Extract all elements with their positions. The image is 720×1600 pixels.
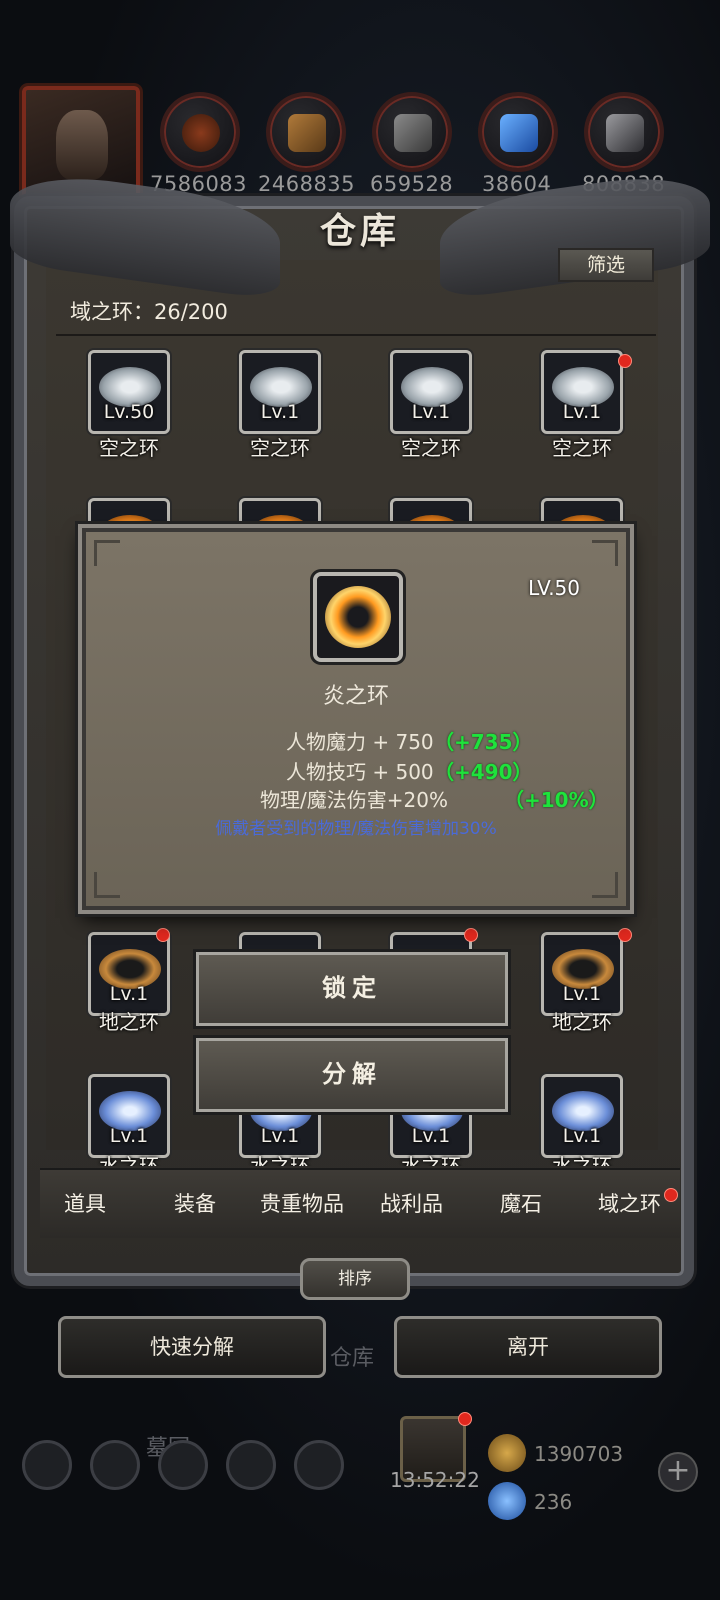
event-timer: 13:52:22: [390, 1468, 480, 1492]
item-level: Lv.1: [260, 401, 300, 423]
item-name: 空之环: [552, 436, 612, 460]
meat-icon: [182, 114, 220, 152]
popup-corner: [592, 540, 618, 566]
stat-bonus: （+10%）: [504, 788, 609, 812]
item-name: 水之环: [99, 1154, 159, 1166]
item-name: 空之环: [401, 436, 461, 460]
item-detail-name: 炎之环: [322, 684, 389, 709]
popup-corner: [94, 540, 120, 566]
stat-line: 人物魔力 + 750: [286, 730, 434, 754]
gold-coin-icon: [488, 1434, 526, 1472]
page-title: 仓库: [319, 211, 400, 252]
menu-icon[interactable]: [90, 1440, 140, 1490]
lock-button[interactable]: 锁定: [196, 952, 508, 1026]
new-badge: [618, 928, 632, 942]
item-name: 地之环: [552, 1010, 612, 1034]
item-name: 空之环: [250, 436, 310, 460]
tab-valuables[interactable]: 贵重物品: [260, 1188, 344, 1218]
item-level: Lv.1: [562, 983, 602, 1005]
item-name: 地之环: [99, 1010, 159, 1034]
resource-orb-crystal: [478, 92, 558, 172]
menu-icon[interactable]: [158, 1440, 208, 1490]
tab-items[interactable]: 道具: [64, 1188, 106, 1218]
stat-line: 物理/魔法伤害+20%: [260, 788, 448, 812]
item-level: Lv.50: [103, 401, 155, 423]
item-slot[interactable]: Lv.1: [390, 350, 472, 434]
popup-corner: [592, 872, 618, 898]
new-badge: [664, 1188, 678, 1202]
item-name: 水之环: [250, 1154, 310, 1166]
menu-icon[interactable]: [294, 1440, 344, 1490]
item-level: Lv.1: [411, 1125, 451, 1147]
flame-ring-art: [325, 586, 391, 648]
resource-orb-plank: [266, 92, 346, 172]
iron-icon: [606, 114, 644, 152]
menu-icon[interactable]: [22, 1440, 72, 1490]
filter-button[interactable]: 筛选: [558, 248, 654, 282]
flame-ring-icon: [313, 572, 403, 662]
stat-bonus: （+490）: [434, 760, 533, 784]
resource-orb-stone: [372, 92, 452, 172]
item-detail-level: LV.50: [528, 576, 580, 600]
stat-line: 人物技巧 + 500: [286, 760, 434, 784]
item-slot[interactable]: Lv.1: [88, 932, 170, 1016]
resource-value: 2468835: [258, 172, 356, 196]
new-badge: [464, 928, 478, 942]
item-level: Lv.1: [109, 1125, 149, 1147]
add-icon[interactable]: +: [658, 1452, 698, 1492]
item-slot[interactable]: Lv.50: [88, 350, 170, 434]
item-slot[interactable]: Lv.1: [541, 1074, 623, 1158]
item-slot[interactable]: Lv.1: [239, 350, 321, 434]
new-badge: [156, 928, 170, 942]
resource-orb-iron: [584, 92, 664, 172]
item-slot[interactable]: Lv.1: [541, 932, 623, 1016]
tab-magic-stones[interactable]: 魔石: [500, 1188, 542, 1218]
leave-button[interactable]: 离开: [394, 1316, 662, 1378]
item-name: 水之环: [401, 1154, 461, 1166]
background-label: 仓库: [330, 1346, 375, 1371]
sort-button[interactable]: 排序: [300, 1258, 410, 1300]
gold-amount: 1390703: [534, 1442, 624, 1466]
item-effect-text: 佩戴者受到的物理/魔法伤害增加30%: [215, 819, 497, 839]
item-level: Lv.1: [260, 1125, 300, 1147]
capacity-count: 域之环：26/200: [70, 300, 228, 324]
tab-domain-rings[interactable]: 域之环: [598, 1188, 661, 1218]
gem-icon: [488, 1482, 526, 1520]
stat-bonus: （+735）: [434, 730, 533, 754]
resource-orb-wood: [160, 92, 240, 172]
category-tabs: [40, 1168, 680, 1238]
item-detail-popup: LV.50 炎之环 人物魔力 + 750 （+735） 人物技巧 + 500 （…: [82, 528, 630, 910]
gem-amount: 236: [534, 1490, 573, 1514]
item-level: Lv.1: [109, 983, 149, 1005]
item-level: Lv.1: [562, 1125, 602, 1147]
popup-corner: [94, 872, 120, 898]
item-name: 空之环: [99, 436, 159, 460]
tab-equipment[interactable]: 装备: [174, 1188, 216, 1218]
item-slot[interactable]: Lv.1: [541, 350, 623, 434]
menu-icon[interactable]: [226, 1440, 276, 1490]
quick-decompose-button[interactable]: 快速分解: [58, 1316, 326, 1378]
item-level: Lv.1: [562, 401, 602, 423]
stone-icon: [394, 114, 432, 152]
item-name: 水之环: [552, 1154, 612, 1166]
tab-loot[interactable]: 战利品: [380, 1188, 443, 1218]
new-badge: [458, 1412, 472, 1426]
resource-value: 659528: [370, 172, 454, 196]
crystal-icon: [500, 114, 538, 152]
item-level: Lv.1: [411, 401, 451, 423]
decompose-button[interactable]: 分解: [196, 1038, 508, 1112]
item-slot[interactable]: Lv.1: [88, 1074, 170, 1158]
portrait-face: [56, 110, 108, 180]
plank-icon: [288, 114, 326, 152]
divider: [56, 334, 656, 336]
new-badge: [618, 354, 632, 368]
